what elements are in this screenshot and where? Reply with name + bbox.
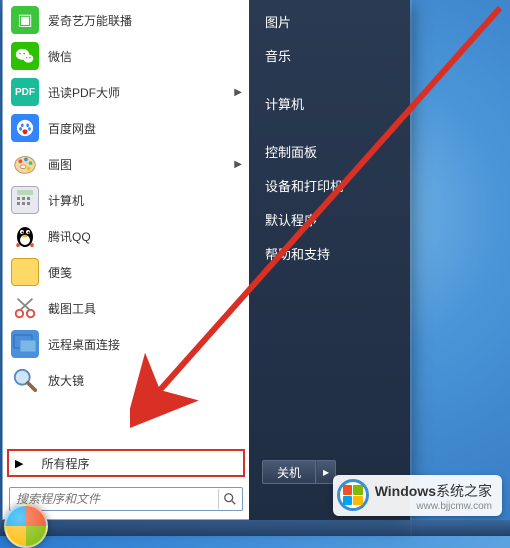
rdp-icon <box>10 329 40 359</box>
right-item-music[interactable]: 音乐 <box>251 38 408 72</box>
program-label: 爱奇艺万能联播 <box>48 12 244 29</box>
program-label: 放大镜 <box>48 372 244 389</box>
program-label: 微信 <box>48 48 244 65</box>
qq-icon <box>10 221 40 251</box>
program-item-pdf[interactable]: PDF 迅读PDF大师▶ <box>4 74 248 110</box>
windows-logo-icon <box>337 479 369 511</box>
search-input[interactable] <box>16 492 218 506</box>
right-item-pictures[interactable]: 图片 <box>251 4 408 38</box>
search-box[interactable] <box>9 487 243 511</box>
program-item-iqiyi[interactable]: ▣ 爱奇艺万能联播 <box>4 2 248 38</box>
taskbar[interactable] <box>0 520 510 536</box>
shutdown-area: 关机 ▸ <box>262 460 336 484</box>
iqiyi-icon: ▣ <box>10 5 40 35</box>
program-label: 远程桌面连接 <box>48 336 244 353</box>
calc-icon <box>10 185 40 215</box>
right-item-devices-printers[interactable]: 设备和打印机 <box>251 168 408 202</box>
program-label: 迅读PDF大师 <box>48 84 234 101</box>
watermark: Windows系统之家 www.bjjcmw.com <box>333 475 502 516</box>
program-item-wechat[interactable]: 微信 <box>4 38 248 74</box>
program-label: 截图工具 <box>48 300 244 317</box>
program-item-qq[interactable]: 腾讯QQ <box>4 218 248 254</box>
shutdown-button[interactable]: 关机 <box>262 460 316 484</box>
right-item-control-panel[interactable]: 控制面板 <box>251 134 408 168</box>
program-label: 百度网盘 <box>48 120 244 137</box>
search-icon <box>223 492 237 506</box>
program-item-note[interactable]: 便笺 <box>4 254 248 290</box>
paint-icon <box>10 149 40 179</box>
program-item-snip[interactable]: 截图工具 <box>4 290 248 326</box>
program-item-mag[interactable]: 放大镜 <box>4 362 248 398</box>
submenu-arrow-icon: ▶ <box>234 159 242 170</box>
right-item-default-programs[interactable]: 默认程序 <box>251 202 408 236</box>
mag-icon <box>10 365 40 395</box>
snip-icon <box>10 293 40 323</box>
all-programs-button[interactable]: ▶ 所有程序 <box>7 449 245 477</box>
arrow-right-icon: ▶ <box>15 457 23 470</box>
all-programs-label: 所有程序 <box>41 455 89 472</box>
program-item-rdp[interactable]: 远程桌面连接 <box>4 326 248 362</box>
program-label: 画图 <box>48 156 234 173</box>
right-item-computer[interactable]: 计算机 <box>251 86 408 120</box>
program-list: ▣爱奇艺万能联播微信PDF迅读PDF大师▶百度网盘画图▶计算机腾讯QQ便笺截图工… <box>3 0 249 447</box>
pdf-icon: PDF <box>10 77 40 107</box>
start-button[interactable] <box>4 504 48 548</box>
submenu-arrow-icon: ▶ <box>234 87 242 98</box>
start-menu-left-panel: ▣爱奇艺万能联播微信PDF迅读PDF大师▶百度网盘画图▶计算机腾讯QQ便笺截图工… <box>2 0 249 520</box>
program-label: 腾讯QQ <box>48 228 244 245</box>
program-label: 计算机 <box>48 192 244 209</box>
program-item-baidu[interactable]: 百度网盘 <box>4 110 248 146</box>
chevron-right-icon: ▸ <box>323 465 329 479</box>
program-label: 便笺 <box>48 264 244 281</box>
watermark-url: www.bjjcmw.com <box>375 501 492 512</box>
start-menu-right-panel: 图片 音乐 计算机 控制面板 设备和打印机 默认程序 帮助和支持 <box>249 0 410 520</box>
watermark-title: Windows系统之家 <box>375 481 492 501</box>
search-button[interactable] <box>218 489 240 509</box>
baidu-icon <box>10 113 40 143</box>
note-icon <box>10 257 40 287</box>
right-item-help-support[interactable]: 帮助和支持 <box>251 236 408 270</box>
program-item-paint[interactable]: 画图▶ <box>4 146 248 182</box>
wechat-icon <box>10 41 40 71</box>
program-item-calc[interactable]: 计算机 <box>4 182 248 218</box>
start-menu: ▣爱奇艺万能联播微信PDF迅读PDF大师▶百度网盘画图▶计算机腾讯QQ便笺截图工… <box>2 0 410 520</box>
